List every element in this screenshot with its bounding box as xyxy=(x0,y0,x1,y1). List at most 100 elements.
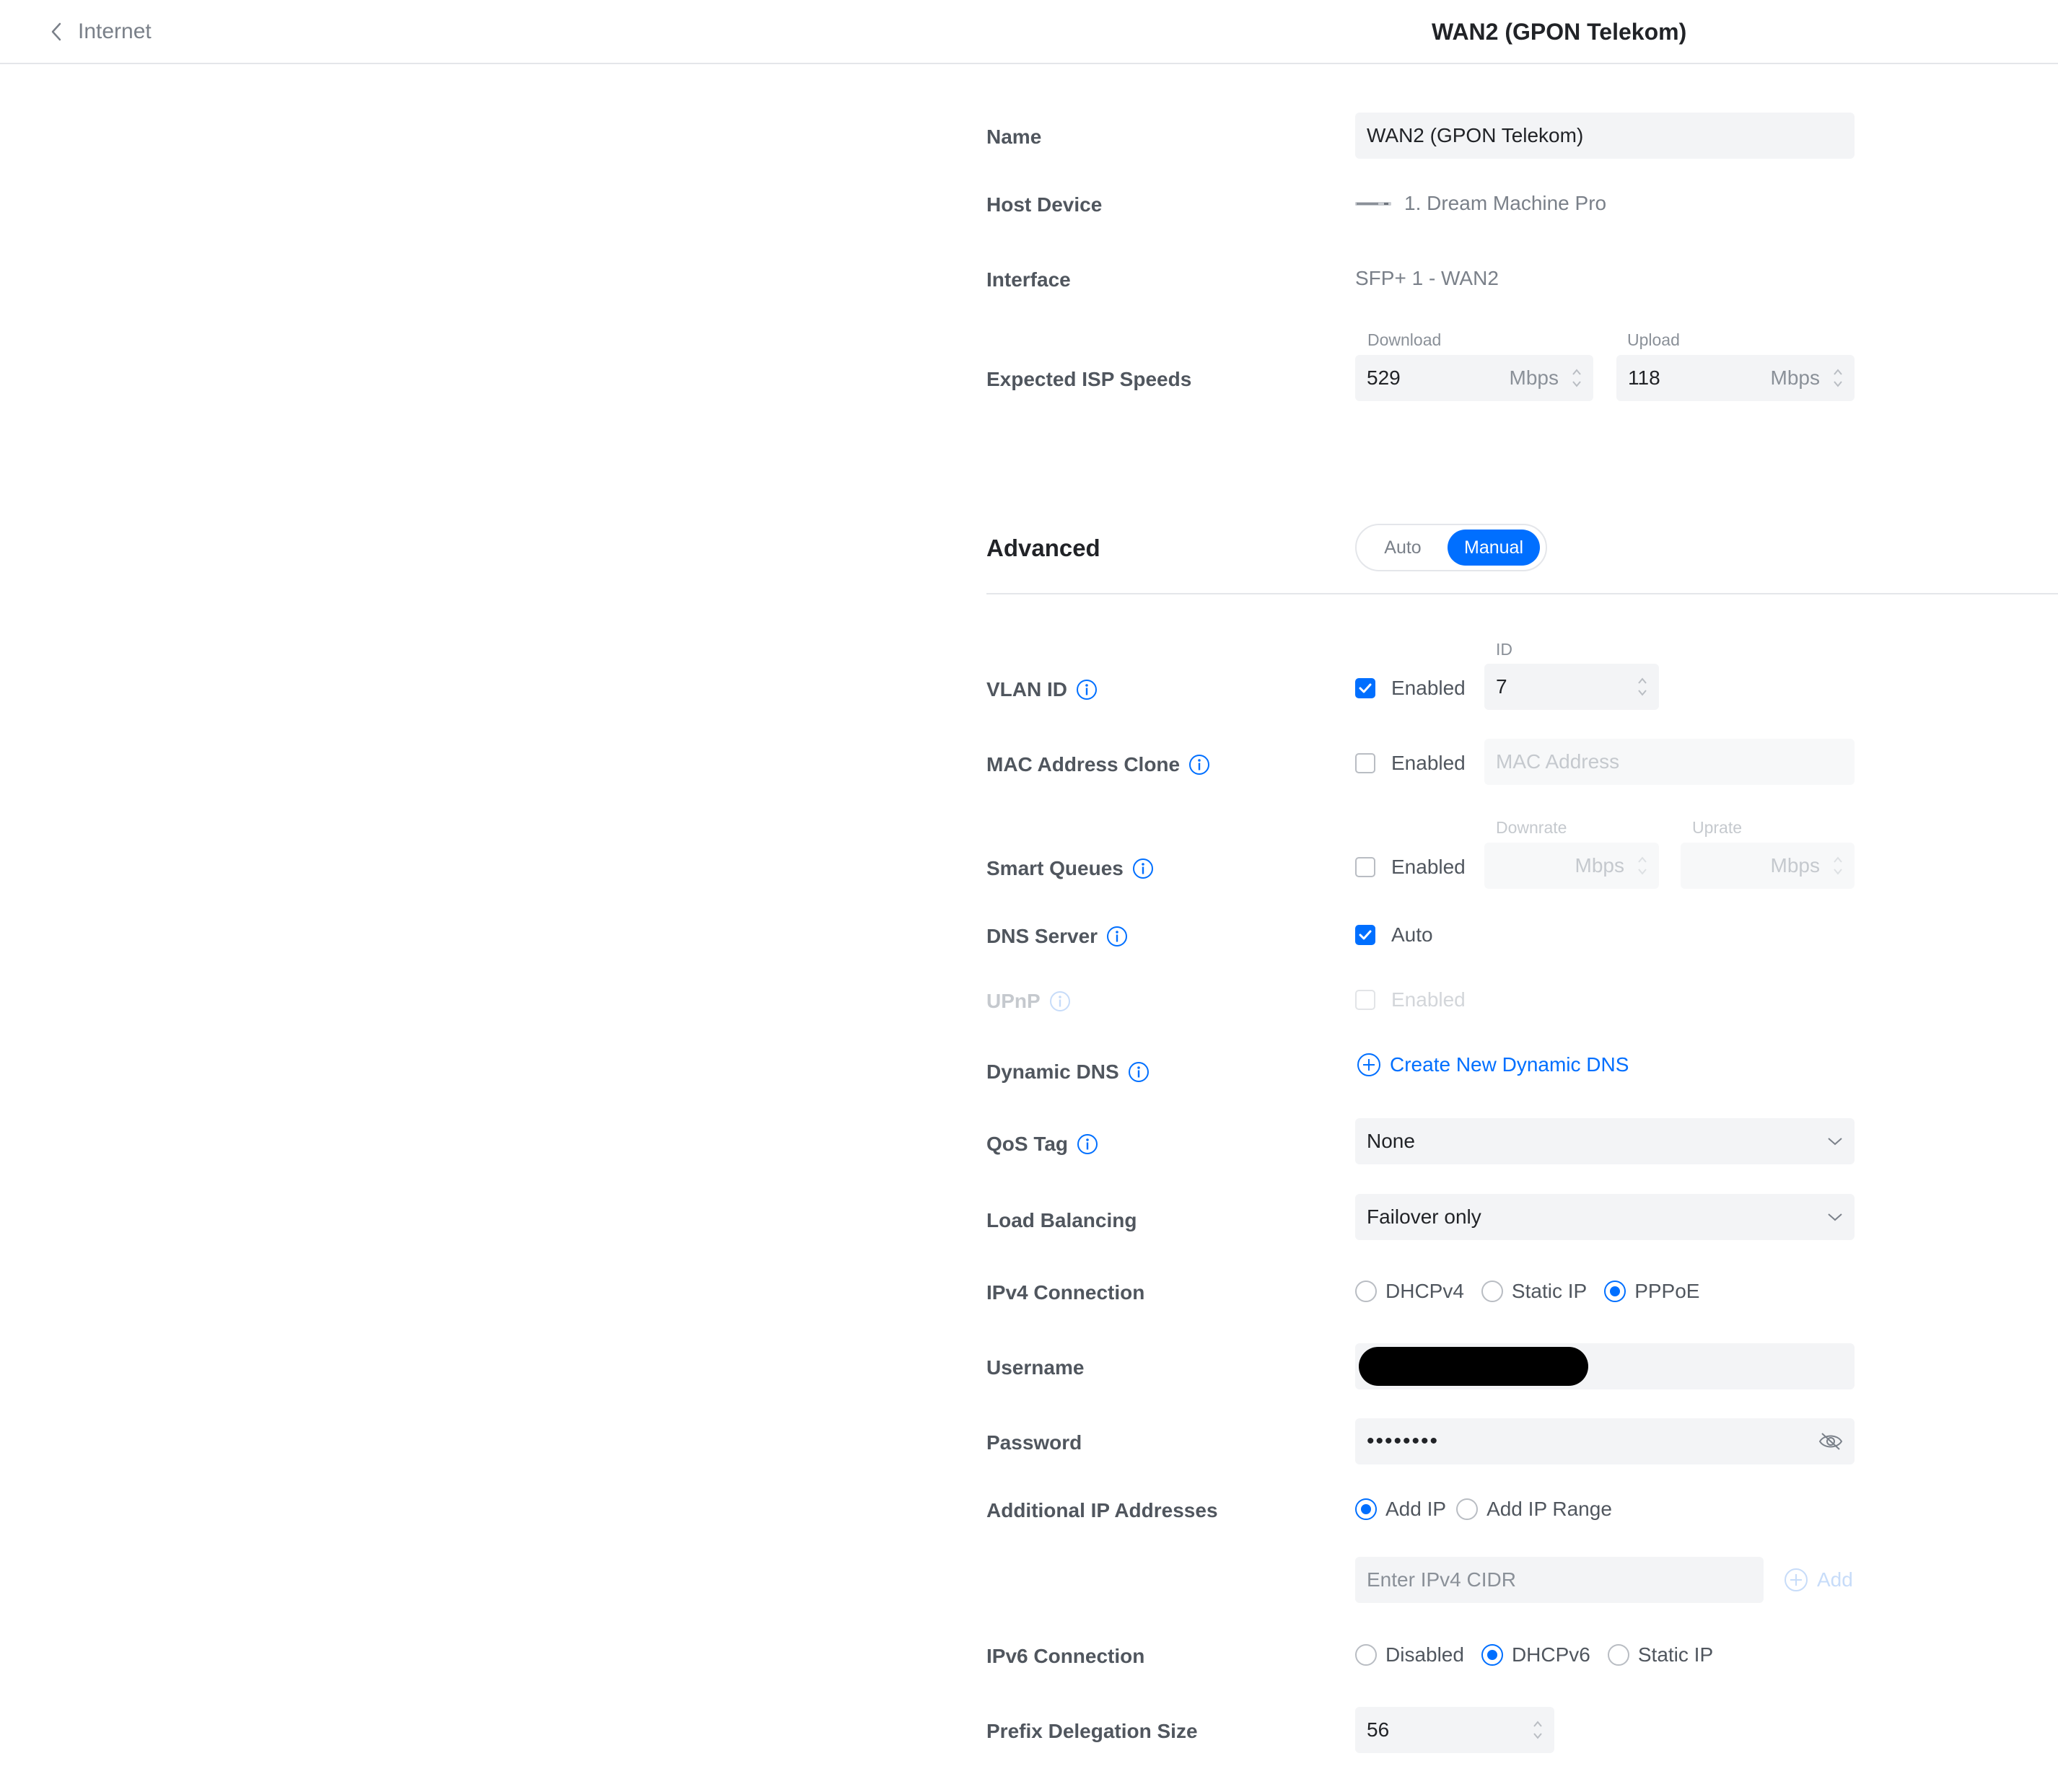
radio-selected-icon xyxy=(1481,1644,1503,1666)
plus-circle-icon xyxy=(1785,1568,1808,1591)
upload-stepper[interactable] xyxy=(1833,355,1843,401)
username-input[interactable] xyxy=(1355,1343,1855,1389)
host-device-value: 1. Dream Machine Pro xyxy=(1355,189,1606,218)
downrate-unit: Mbps xyxy=(1575,854,1624,877)
stepper-icon xyxy=(1533,1721,1542,1739)
vlan-id-input[interactable]: 7 xyxy=(1484,664,1659,710)
info-icon[interactable] xyxy=(1076,679,1098,700)
chevron-left-icon xyxy=(51,22,61,41)
add-ip-option-label: Add IP xyxy=(1385,1498,1447,1520)
qos-tag-select[interactable]: None xyxy=(1355,1118,1855,1164)
load-balancing-value: Failover only xyxy=(1367,1205,1481,1228)
toggle-auto[interactable]: Auto xyxy=(1364,530,1442,566)
add-ip-button[interactable]: Add xyxy=(1784,1565,1853,1594)
advanced-heading: Advanced xyxy=(986,535,1100,561)
ipv4-option-dhcpv4[interactable]: DHCPv4 xyxy=(1355,1277,1464,1306)
additional-ips-label: Additional IP Addresses xyxy=(986,1499,1218,1521)
stepper-icon xyxy=(1834,856,1842,875)
username-label: Username xyxy=(986,1356,1085,1379)
upnp-enabled-label: Enabled xyxy=(1391,988,1466,1011)
vlan-label: VLAN ID xyxy=(986,675,1098,704)
prefix-delegation-label: Prefix Delegation Size xyxy=(986,1720,1198,1742)
info-icon[interactable] xyxy=(1128,1061,1150,1083)
ipv4-connection-radio-group: DHCPv4 Static IP PPPoE xyxy=(1355,1277,1717,1306)
toggle-manual[interactable]: Manual xyxy=(1448,530,1540,566)
dns-auto-label: Auto xyxy=(1391,923,1433,946)
ipv6-option-label: DHCPv6 xyxy=(1511,1643,1590,1666)
additional-ips-radio-group: Add IP Add IP Range xyxy=(1355,1495,1629,1524)
prefix-delegation-input[interactable]: 56 xyxy=(1355,1707,1554,1753)
dns-auto-checkbox[interactable]: Auto xyxy=(1355,921,1433,949)
info-icon[interactable] xyxy=(1132,858,1154,879)
ipv6-connection-label: IPv6 Connection xyxy=(986,1645,1145,1667)
add-ip-label: Add xyxy=(1817,1568,1853,1591)
mac-address-input[interactable]: MAC Address xyxy=(1484,739,1855,785)
interface-label: Interface xyxy=(986,268,1071,291)
qos-tag-label-text: QoS Tag xyxy=(986,1133,1069,1155)
ipv6-connection-radio-group: Disabled DHCPv6 Static IP xyxy=(1355,1641,1730,1669)
back-link[interactable]: Internet xyxy=(51,16,152,48)
prefix-delegation-stepper[interactable] xyxy=(1533,1707,1543,1753)
smart-queues-label-text: Smart Queues xyxy=(986,857,1124,879)
page-title: WAN2 (GPON Telekom) xyxy=(1432,19,1687,45)
uprate-input[interactable]: Mbps xyxy=(1681,843,1855,889)
download-stepper[interactable] xyxy=(1572,355,1582,401)
download-label: Download xyxy=(1367,330,1442,349)
upload-speed-input[interactable]: 118 Mbps xyxy=(1616,355,1855,401)
downrate-label: Downrate xyxy=(1496,818,1567,837)
uprate-label: Uprate xyxy=(1692,818,1743,837)
vlan-id-stepper[interactable] xyxy=(1637,664,1647,710)
ipv4-cidr-input[interactable]: Enter IPv4 CIDR xyxy=(1355,1557,1764,1603)
ipv6-option-dhcpv6[interactable]: DHCPv6 xyxy=(1481,1641,1590,1669)
mac-clone-enabled-checkbox[interactable]: Enabled xyxy=(1355,749,1466,778)
ipv4-option-pppoe[interactable]: PPPoE xyxy=(1604,1277,1699,1306)
mac-address-placeholder: MAC Address xyxy=(1496,750,1620,773)
vlan-id-label: ID xyxy=(1496,640,1512,659)
load-balancing-select[interactable]: Failover only xyxy=(1355,1194,1855,1240)
stepper-icon xyxy=(1834,369,1842,387)
dynamic-dns-label-text: Dynamic DNS xyxy=(986,1060,1119,1083)
mac-clone-enabled-label: Enabled xyxy=(1391,752,1466,774)
qos-tag-label: QoS Tag xyxy=(986,1130,1098,1159)
download-unit: Mbps xyxy=(1509,366,1559,389)
mac-clone-label: MAC Address Clone xyxy=(986,750,1210,779)
qos-tag-value: None xyxy=(1367,1130,1415,1152)
password-input[interactable]: •••••••• xyxy=(1355,1418,1855,1464)
ipv4-option-static[interactable]: Static IP xyxy=(1481,1277,1587,1306)
ipv6-option-disabled[interactable]: Disabled xyxy=(1355,1641,1464,1669)
checkbox-unchecked-icon xyxy=(1355,857,1375,877)
stepper-icon xyxy=(1572,369,1581,387)
dns-server-label: DNS Server xyxy=(986,922,1128,951)
info-icon[interactable] xyxy=(1188,754,1210,776)
info-icon[interactable] xyxy=(1106,926,1128,947)
checkbox-unchecked-icon xyxy=(1355,990,1375,1010)
radio-selected-icon xyxy=(1604,1281,1626,1302)
ipv4-option-label: Static IP xyxy=(1511,1280,1588,1302)
download-value: 529 xyxy=(1367,366,1401,389)
create-dynamic-dns-link[interactable]: Create New Dynamic DNS xyxy=(1357,1050,1629,1079)
upnp-enabled-checkbox[interactable]: Enabled xyxy=(1355,985,1466,1014)
interface-value: SFP+ 1 - WAN2 xyxy=(1355,267,1499,289)
vlan-label-text: VLAN ID xyxy=(986,678,1067,700)
uprate-stepper[interactable] xyxy=(1833,843,1843,889)
name-input[interactable]: WAN2 (GPON Telekom) xyxy=(1355,113,1855,159)
advanced-mode-toggle: Auto Manual xyxy=(1355,524,1547,571)
host-device-name: 1. Dream Machine Pro xyxy=(1404,192,1607,214)
add-ip-range-option[interactable]: Add IP Range xyxy=(1456,1495,1612,1524)
eye-off-icon[interactable] xyxy=(1818,1431,1843,1451)
ipv4-connection-label: IPv4 Connection xyxy=(986,1281,1145,1304)
info-icon[interactable] xyxy=(1077,1133,1098,1155)
ipv6-option-label: Disabled xyxy=(1385,1643,1464,1666)
smart-queues-enabled-checkbox[interactable]: Enabled xyxy=(1355,853,1466,882)
ipv6-option-static[interactable]: Static IP xyxy=(1607,1641,1713,1669)
add-ip-option[interactable]: Add IP xyxy=(1355,1495,1446,1524)
download-speed-input[interactable]: 529 Mbps xyxy=(1355,355,1593,401)
checkbox-checked-icon xyxy=(1355,925,1375,945)
dynamic-dns-label: Dynamic DNS xyxy=(986,1058,1150,1086)
stepper-icon xyxy=(1638,677,1647,696)
smart-queues-enabled-label: Enabled xyxy=(1391,856,1466,878)
downrate-stepper[interactable] xyxy=(1637,843,1647,889)
smart-queues-label: Smart Queues xyxy=(986,854,1154,883)
vlan-enabled-checkbox[interactable]: Enabled xyxy=(1355,674,1466,703)
downrate-input[interactable]: Mbps xyxy=(1484,843,1659,889)
